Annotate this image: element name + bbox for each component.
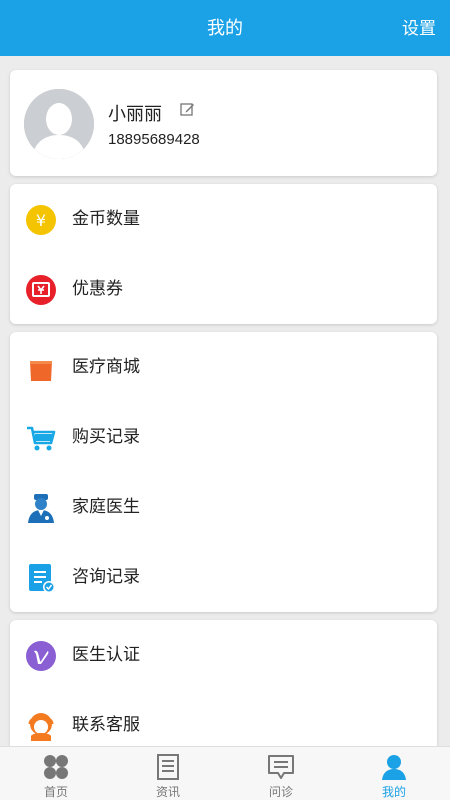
bottom-tab-bar: 首页 资讯 问诊 我的 [0, 746, 450, 800]
document-check-icon [25, 562, 57, 594]
doctor-icon [25, 492, 57, 524]
tab-label: 首页 [43, 785, 68, 799]
menu-item-label: 医生认证 [72, 645, 140, 665]
news-icon [153, 753, 183, 781]
phone-number: 18895689428 [108, 131, 200, 148]
menu-item-purchase-history[interactable]: 购买记录 [10, 402, 437, 472]
support-section: 医生认证 联系客服 [10, 620, 437, 760]
avatar[interactable] [24, 89, 94, 159]
menu-item-doctor-verification[interactable]: 医生认证 [10, 620, 437, 690]
profile-card[interactable]: 小丽丽 18895689428 [10, 70, 437, 176]
tab-label: 问诊 [268, 785, 293, 799]
shopping-bag-icon [25, 352, 57, 384]
menu-item-medical-mall[interactable]: 医疗商城 [10, 332, 437, 402]
user-icon [379, 753, 409, 781]
tab-consult[interactable]: 问诊 [225, 747, 337, 800]
menu-item-consultation-history[interactable]: 咨询记录 [10, 542, 437, 612]
edit-icon[interactable] [180, 102, 195, 121]
menu-item-label: 家庭医生 [72, 497, 140, 517]
menu-item-label: 购买记录 [72, 427, 140, 447]
menu-item-family-doctor[interactable]: 家庭医生 [10, 472, 437, 542]
customer-service-icon [25, 710, 57, 742]
consult-icon [266, 753, 296, 781]
svg-text:¥: ¥ [36, 211, 46, 230]
tab-label: 我的 [381, 785, 406, 799]
settings-button[interactable]: 设置 [402, 0, 436, 56]
verified-v-icon [25, 640, 57, 672]
username: 小丽丽 [108, 104, 162, 125]
tab-label: 资讯 [155, 785, 180, 799]
page-title: 我的 [207, 18, 243, 39]
tab-home[interactable]: 首页 [0, 747, 112, 800]
menu-item-label: 金币数量 [72, 209, 140, 229]
tab-news[interactable]: 资讯 [112, 747, 224, 800]
menu-item-coupons[interactable]: 优惠券 [10, 254, 437, 324]
menu-item-label: 医疗商城 [72, 357, 140, 377]
tab-mine[interactable]: 我的 [338, 747, 450, 800]
services-section: 医疗商城 购买记录 家庭医生 咨询记录 [10, 332, 437, 612]
menu-item-label: 咨询记录 [72, 567, 140, 587]
menu-item-label: 优惠券 [72, 279, 123, 299]
gold-coin-icon: ¥ [25, 204, 57, 236]
coupon-icon [25, 274, 57, 306]
menu-item-gold-coins[interactable]: ¥ 金币数量 [10, 184, 437, 254]
cart-icon [25, 422, 57, 454]
top-bar: 我的 设置 [0, 0, 450, 56]
wallet-section: ¥ 金币数量 优惠券 [10, 184, 437, 324]
home-grid-icon [41, 753, 71, 781]
